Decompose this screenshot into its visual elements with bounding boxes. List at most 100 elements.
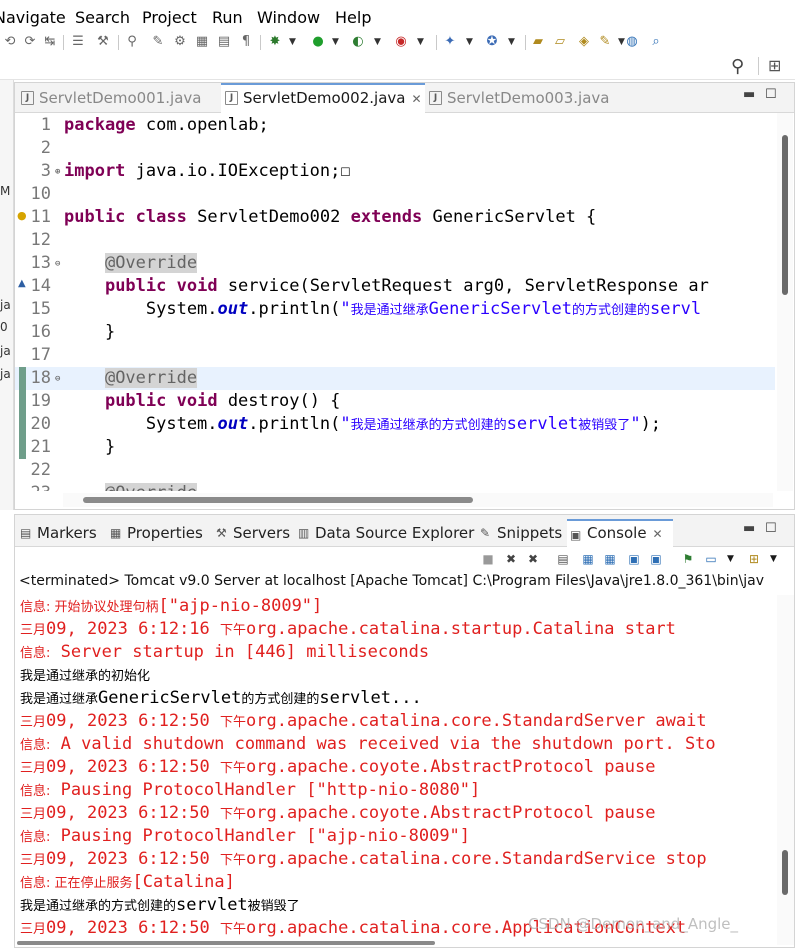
globe-icon[interactable]: ◍ xyxy=(624,34,640,50)
new-java-class-icon[interactable]: ✪ xyxy=(484,34,500,50)
toolbar-icon[interactable]: ↹ xyxy=(42,34,58,50)
maximize-icon[interactable]: ☐ xyxy=(765,87,777,102)
code-line[interactable]: 17 xyxy=(15,344,775,367)
code-line[interactable]: 23 @Override xyxy=(15,482,775,491)
open-folder-icon[interactable]: ▱ xyxy=(552,34,568,50)
panel-tab-label: Servers xyxy=(233,524,291,542)
code-line[interactable]: 18 ⊖ @Override xyxy=(15,367,775,390)
code-line[interactable]: 11 public class ServletDemo002 extends Ge… xyxy=(15,206,775,229)
menu-help[interactable]: Help xyxy=(335,8,371,27)
toolbar-icon[interactable]: ⚒ xyxy=(95,34,111,50)
code-text: @Override xyxy=(64,482,198,491)
chevron-down-icon[interactable]: ▼ xyxy=(770,554,777,564)
code-line[interactable]: 12 xyxy=(15,229,775,252)
console-vertical-scrollbar[interactable] xyxy=(777,595,794,945)
override-marker-icon: ▲ xyxy=(18,278,26,289)
editor-tab[interactable]: J ServletDemo002.java ✕ xyxy=(221,83,425,113)
maximize-icon[interactable]: ☐ xyxy=(765,521,777,536)
code-area[interactable]: 1 package com.openlab; 2 3 ⊕ import java.io.I… xyxy=(15,113,775,491)
toolbar-icon[interactable]: ⚲ xyxy=(124,34,140,50)
tree-item-fragment: ja xyxy=(0,367,11,381)
console-horizontal-scrollbar[interactable] xyxy=(15,939,777,947)
pen-icon[interactable]: ✎ xyxy=(597,34,613,50)
warning-icon[interactable]: ● xyxy=(17,209,27,222)
terminate-icon[interactable]: ■ xyxy=(480,551,496,567)
code-line[interactable]: 10 xyxy=(15,183,775,206)
toolbar-icon[interactable]: ⟳ xyxy=(22,34,38,50)
editor-tab[interactable]: J ServletDemo003.java xyxy=(425,83,625,113)
fold-toggle-icon[interactable]: ⊕ xyxy=(55,161,60,184)
menu-navigate[interactable]: Navigate xyxy=(0,8,66,27)
code-line[interactable]: 21 } xyxy=(15,436,775,459)
show-on-stderr-icon[interactable]: ▣ xyxy=(648,551,664,567)
toolbar-icon[interactable]: ☰ xyxy=(70,34,86,50)
editor-tab[interactable]: J ServletDemo001.java xyxy=(17,83,221,113)
panel-tab-markers[interactable]: ▤ Markers xyxy=(17,519,105,547)
run-icon[interactable]: ● xyxy=(310,34,326,50)
code-line[interactable]: 22 xyxy=(15,459,775,482)
chevron-down-icon[interactable]: ▼ xyxy=(508,37,515,47)
search-icon[interactable]: ⚲ xyxy=(731,56,744,77)
chevron-down-icon[interactable]: ▼ xyxy=(374,37,381,47)
toolbar-icon[interactable]: ⟲ xyxy=(2,34,18,50)
scroll-thumb[interactable] xyxy=(782,135,788,295)
panel-tab-snippets[interactable]: ✎ Snippets xyxy=(477,519,565,547)
show-on-stdout-icon[interactable]: ▣ xyxy=(626,551,642,567)
code-line[interactable]: 16 } xyxy=(15,321,775,344)
code-line[interactable]: 13 ⊖ @Override xyxy=(15,252,775,275)
code-line[interactable]: 15 System.out.println("我是通过继承GenericServ… xyxy=(15,298,775,321)
scroll-thumb[interactable] xyxy=(17,941,435,945)
pin-console-icon[interactable]: ⚑ xyxy=(680,551,696,567)
chevron-down-icon[interactable]: ▼ xyxy=(289,37,296,47)
menu-search[interactable]: Search xyxy=(75,8,130,27)
chevron-down-icon[interactable]: ▼ xyxy=(466,37,473,47)
scroll-thumb[interactable] xyxy=(782,850,788,895)
word-wrap-icon[interactable]: ▦ xyxy=(602,551,618,567)
toolbar-icon[interactable]: ✎ xyxy=(150,34,166,50)
toolbar-icon[interactable]: ⚙ xyxy=(172,34,188,50)
new-wizard-icon[interactable]: ✦ xyxy=(442,34,458,50)
code-line[interactable]: 20 System.out.println("我是通过继承的方式创建的servl… xyxy=(15,413,775,436)
chevron-down-icon[interactable]: ▼ xyxy=(332,37,339,47)
toolbar-icon[interactable]: ▤ xyxy=(216,34,232,50)
chevron-down-icon[interactable]: ▼ xyxy=(727,554,734,564)
code-line[interactable]: 3 ⊕ import java.io.IOException;☐ xyxy=(15,160,775,183)
close-icon[interactable]: ✕ xyxy=(411,92,421,106)
minimize-icon[interactable]: ▬ xyxy=(743,87,755,102)
remove-launch-icon[interactable]: ✖ xyxy=(503,551,519,567)
editor-vertical-scrollbar[interactable] xyxy=(777,113,793,491)
code-line[interactable]: 1 package com.openlab; xyxy=(15,114,775,137)
panel-tab-data-source-explorer[interactable]: ▥ Data Source Explorer xyxy=(295,519,475,547)
menu-project[interactable]: Project xyxy=(142,8,197,27)
open-task-icon[interactable]: ◈ xyxy=(576,34,592,50)
chevron-down-icon[interactable]: ▼ xyxy=(417,37,424,47)
code-line[interactable]: 14 public void service(ServletRequest ar… xyxy=(15,275,775,298)
code-line[interactable]: 19 public void destroy() { xyxy=(15,390,775,413)
fold-toggle-icon[interactable]: ⊖ xyxy=(55,253,60,276)
panel-tab-properties[interactable]: ▦ Properties xyxy=(107,519,211,547)
minimize-icon[interactable]: ▬ xyxy=(743,521,755,536)
scroll-lock-icon[interactable]: ▦ xyxy=(580,551,596,567)
remove-all-icon[interactable]: ✖ xyxy=(525,551,541,567)
coverage-icon[interactable]: ◐ xyxy=(350,34,366,50)
search-web-icon[interactable]: ⌕ xyxy=(648,34,664,50)
scroll-thumb[interactable] xyxy=(83,497,473,503)
close-icon[interactable]: ✕ xyxy=(653,527,663,541)
toolbar-icon[interactable]: ¶ xyxy=(238,34,254,50)
toolbar-icon[interactable]: ▦ xyxy=(194,34,210,50)
open-console-icon[interactable]: ⊞ xyxy=(746,551,762,567)
menu-window[interactable]: Window xyxy=(257,8,320,27)
open-perspective-icon[interactable]: ⊞ xyxy=(768,56,781,75)
open-folder-icon[interactable]: ▰ xyxy=(530,34,546,50)
fold-toggle-icon[interactable]: ⊖ xyxy=(55,368,60,391)
editor-horizontal-scrollbar[interactable] xyxy=(63,493,773,507)
debug-icon[interactable]: ✸ xyxy=(267,34,283,50)
menu-run[interactable]: Run xyxy=(212,8,243,27)
clear-console-icon[interactable]: ▤ xyxy=(555,551,571,567)
display-console-icon[interactable]: ▭ xyxy=(703,551,719,567)
code-line[interactable]: 2 xyxy=(15,137,775,160)
panel-tab-servers[interactable]: ⚒ Servers xyxy=(213,519,293,547)
external-tools-icon[interactable]: ◉ xyxy=(393,34,409,50)
console-output[interactable]: 信息: 开始协议处理句柄["ajp-nio-8009"] 三月09, 2023 6… xyxy=(15,595,777,945)
panel-tab-console[interactable]: ▣ Console ✕ xyxy=(567,519,673,547)
